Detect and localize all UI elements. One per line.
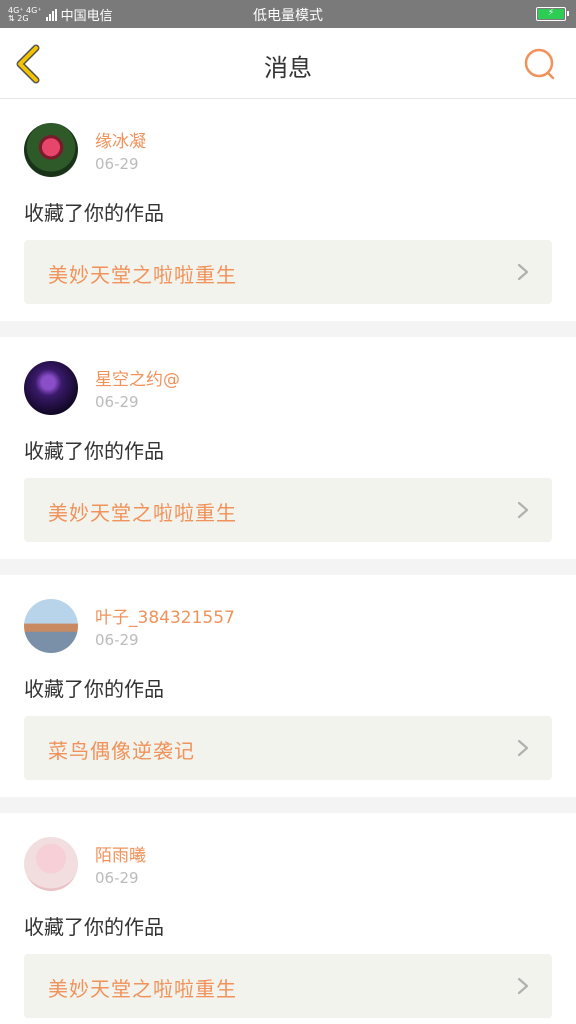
avatar[interactable] xyxy=(24,361,78,415)
action-text: 收藏了你的作品 xyxy=(24,677,164,701)
message-date: 06-29 xyxy=(95,393,139,411)
message-date: 06-29 xyxy=(95,631,139,649)
action-text: 收藏了你的作品 xyxy=(24,915,164,939)
message-date: 06-29 xyxy=(95,155,139,173)
status-bar: 4G⁺ 4G⁺ ⇅ 2G 中国电信 低电量模式 ⚡ xyxy=(0,0,576,28)
work-link[interactable]: 美妙天堂之啦啦重生 xyxy=(24,478,552,542)
battery-charging-icon: ⚡ xyxy=(536,7,569,21)
work-title: 菜鸟偶像逆袭记 xyxy=(48,739,195,763)
work-link[interactable]: 美妙天堂之啦啦重生 xyxy=(24,240,552,304)
message-item[interactable]: 叶子_384321557 06-29 收藏了你的作品 菜鸟偶像逆袭记 xyxy=(0,575,576,797)
search-icon xyxy=(524,48,555,80)
divider xyxy=(0,321,576,337)
username[interactable]: 缘冰凝 xyxy=(95,127,146,152)
work-link[interactable]: 美妙天堂之啦啦重生 xyxy=(24,954,552,1018)
avatar[interactable] xyxy=(24,599,78,653)
search-button[interactable] xyxy=(522,46,558,82)
message-item[interactable]: 星空之约@ 06-29 收藏了你的作品 美妙天堂之啦啦重生 xyxy=(0,337,576,559)
username[interactable]: 陌雨曦 xyxy=(95,841,146,866)
divider xyxy=(0,559,576,575)
message-date: 06-29 xyxy=(95,869,139,887)
message-item[interactable]: 缘冰凝 06-29 收藏了你的作品 美妙天堂之啦啦重生 xyxy=(0,99,576,321)
work-title: 美妙天堂之啦啦重生 xyxy=(48,501,237,525)
work-title: 美妙天堂之啦啦重生 xyxy=(48,263,237,287)
divider xyxy=(0,797,576,813)
username[interactable]: 叶子_384321557 xyxy=(95,603,235,628)
chevron-right-icon xyxy=(517,263,529,281)
work-title: 美妙天堂之啦啦重生 xyxy=(48,977,237,1001)
chevron-right-icon xyxy=(517,501,529,519)
action-text: 收藏了你的作品 xyxy=(24,201,164,225)
power-mode-label: 低电量模式 xyxy=(253,8,323,24)
chevron-right-icon xyxy=(517,977,529,995)
chevron-right-icon xyxy=(517,739,529,757)
username[interactable]: 星空之约@ xyxy=(95,365,180,390)
page-title: 消息 xyxy=(264,54,312,82)
action-text: 收藏了你的作品 xyxy=(24,439,164,463)
header-bar: 消息 xyxy=(0,28,576,99)
avatar[interactable] xyxy=(24,837,78,891)
message-list: 缘冰凝 06-29 收藏了你的作品 美妙天堂之啦啦重生 星空之约@ 06-29 … xyxy=(0,99,576,1024)
avatar[interactable] xyxy=(24,123,78,177)
work-link[interactable]: 菜鸟偶像逆袭记 xyxy=(24,716,552,780)
message-item[interactable]: 陌雨曦 06-29 收藏了你的作品 美妙天堂之啦啦重生 xyxy=(0,813,576,1024)
